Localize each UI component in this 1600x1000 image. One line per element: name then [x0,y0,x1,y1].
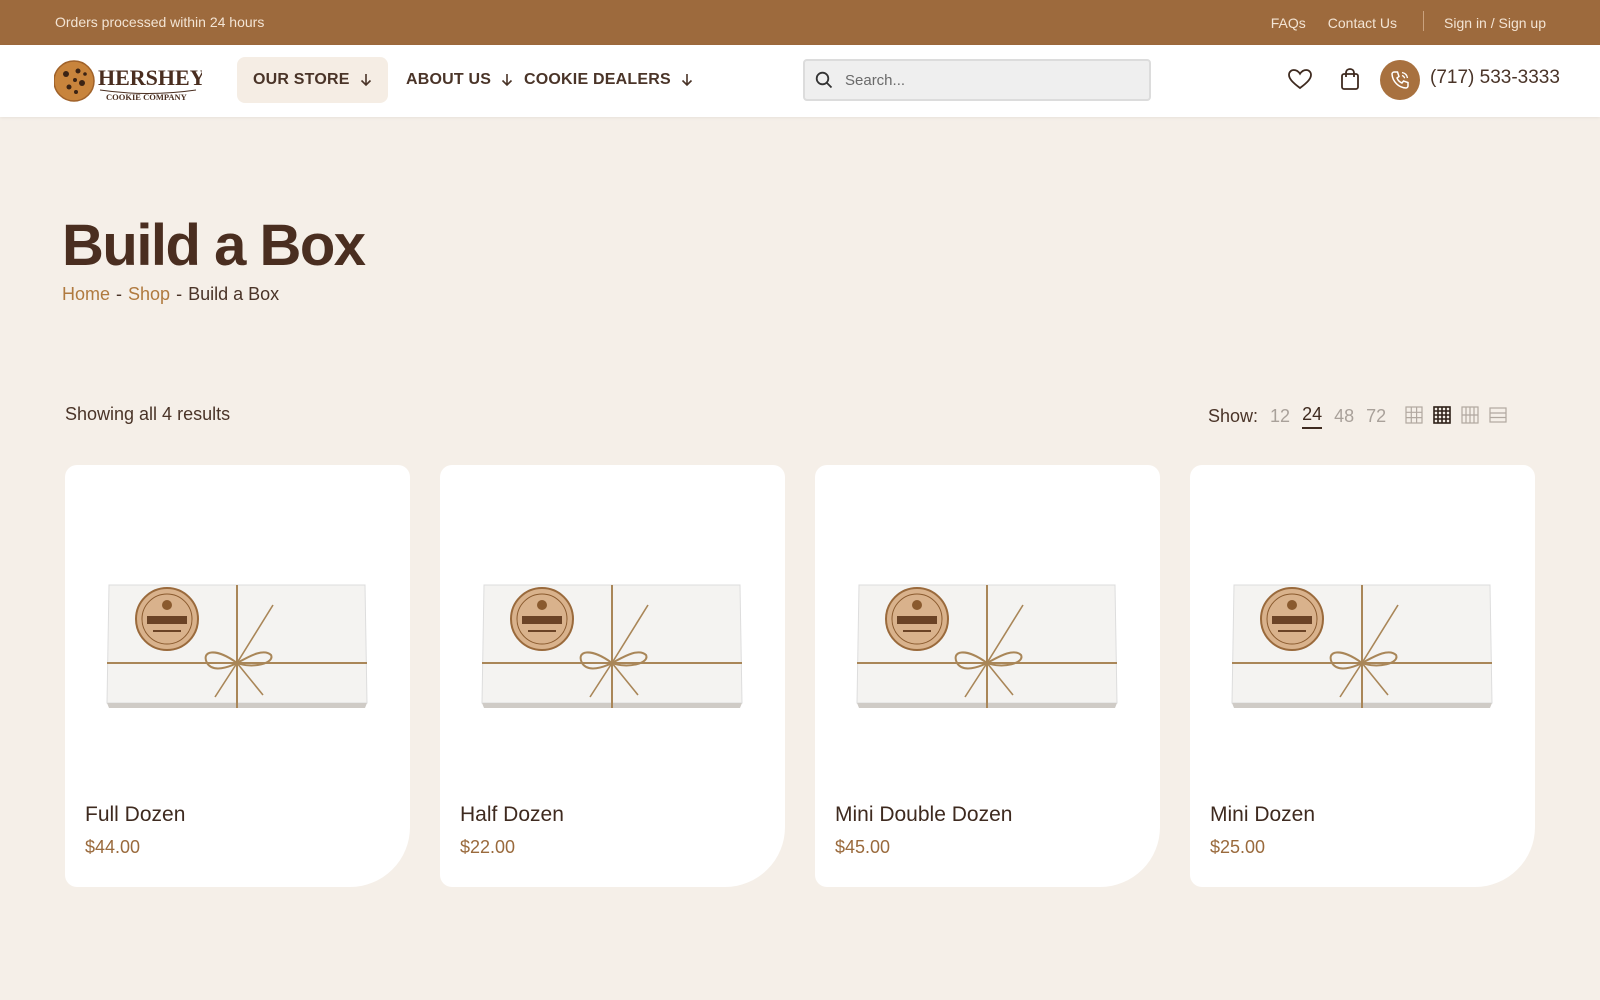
show-option-48[interactable]: 48 [1334,406,1354,427]
nav-cookie-dealers-label: COOKIE DEALERS [524,71,671,88]
product-card[interactable]: Mini Double Dozen $45.00 [815,465,1160,887]
product-price: $45.00 [835,837,891,857]
view-mode-switcher [1405,406,1507,424]
contact-link[interactable]: Contact Us [1328,15,1397,31]
main-header: HERSHEY COOKIE COMPANY OUR STORE ABOUT U… [0,45,1600,117]
product-name[interactable]: Mini Double Dozen [835,803,1012,827]
phone-icon [1391,71,1409,89]
page-title: Build a Box [62,213,366,278]
divider [1423,11,1425,31]
gift-box-image [481,584,743,708]
grid-2-icon[interactable] [1405,406,1423,424]
arrow-down-icon [502,74,513,87]
show-option-72[interactable]: 72 [1366,406,1386,427]
shipping-notice: Orders processed within 24 hours [55,14,265,30]
product-price: $22.00 [460,837,516,857]
gift-box-image [106,584,368,708]
nav-cookie-dealers[interactable]: COOKIE DEALERS [524,57,693,103]
arrow-down-icon [681,74,692,87]
gift-box-image [856,584,1118,708]
breadcrumb-separator: - [176,284,183,304]
product-name[interactable]: Full Dozen [85,803,185,827]
breadcrumb-separator: - [116,284,123,304]
phone-number[interactable]: (717) 533-3333 [1430,67,1560,89]
show-option-24[interactable]: 24 [1302,404,1323,429]
nav-our-store-label: OUR STORE [253,71,350,88]
phone-button[interactable] [1380,60,1420,100]
product-price: $25.00 [1210,837,1266,857]
list-view-icon[interactable] [1489,406,1507,424]
logo-brand-text: HERSHEY [98,65,202,90]
product-card[interactable]: Mini Dozen $25.00 [1190,465,1535,887]
product-name[interactable]: Half Dozen [460,803,564,827]
breadcrumb: Home - Shop - Build a Box [62,284,279,305]
shopping-bag-icon[interactable] [1336,65,1364,93]
sign-in-link[interactable]: Sign in / Sign up [1444,15,1546,31]
search-icon[interactable] [815,71,833,89]
product-name[interactable]: Mini Dozen [1210,803,1315,827]
breadcrumb-current: Build a Box [188,284,280,304]
product-card[interactable]: Full Dozen $44.00 [65,465,410,887]
nav-about-us-label: ABOUT US [406,71,492,88]
show-option-12[interactable]: 12 [1270,406,1290,427]
show-label: Show: [1208,406,1259,426]
product-card[interactable]: Half Dozen $22.00 [440,465,785,887]
show-per-page: Show: 12 24 48 72 [1208,404,1398,429]
search-box [803,59,1151,101]
gift-box-image [1231,584,1493,708]
arrow-down-icon [360,74,371,87]
breadcrumb-shop[interactable]: Shop [128,284,170,305]
grid-3-icon[interactable] [1433,406,1451,424]
top-links: FAQs Contact Us Sign in / Sign up [1271,11,1546,31]
search-input[interactable] [845,71,1125,89]
results-count: Showing all 4 results [65,404,231,424]
breadcrumb-home[interactable]: Home [62,284,110,305]
nav-our-store[interactable]: OUR STORE [237,57,388,103]
product-price: $44.00 [85,837,141,857]
grid-4-icon[interactable] [1461,406,1479,424]
heart-icon[interactable] [1286,65,1314,93]
faqs-link[interactable]: FAQs [1271,15,1306,31]
nav-about-us[interactable]: ABOUT US [406,57,513,103]
top-bar: Orders processed within 24 hours FAQs Co… [0,0,1600,45]
logo-sub-text: COOKIE COMPANY [106,92,187,102]
hershey-logo[interactable]: HERSHEY COOKIE COMPANY [54,57,202,105]
